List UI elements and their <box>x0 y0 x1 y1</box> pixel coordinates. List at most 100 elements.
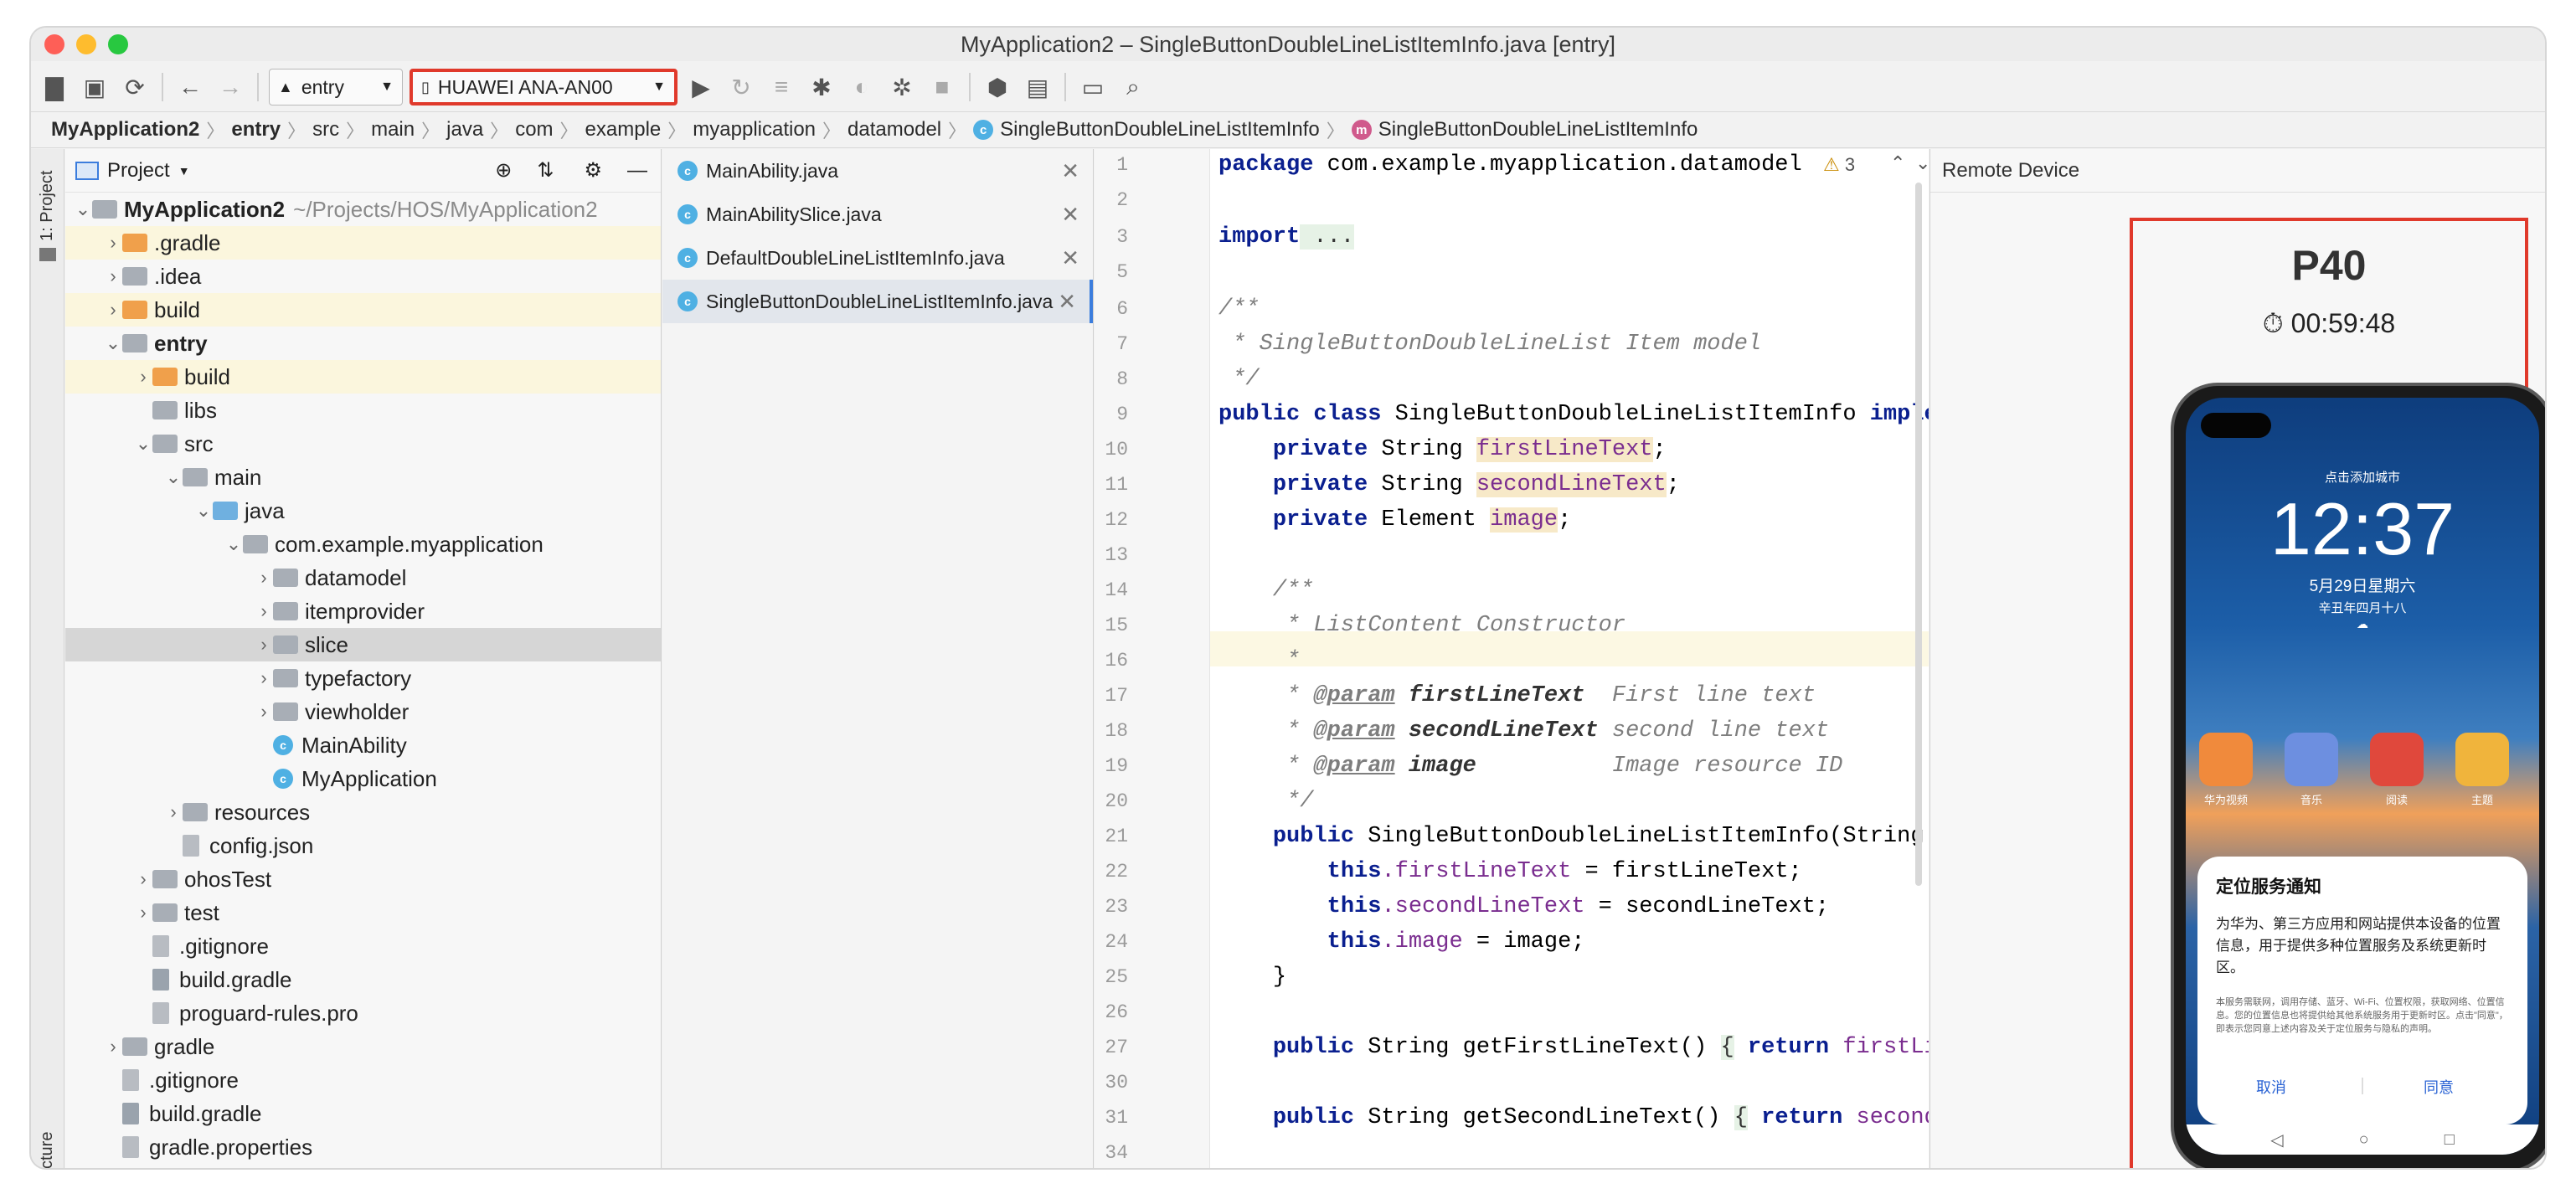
editor-tab[interactable]: c DefaultDoubleLineListItemInfo.java ✕ <box>662 236 1093 280</box>
close-window-button[interactable] <box>44 34 64 54</box>
coverage-icon[interactable]: ≡ <box>765 70 798 104</box>
close-icon[interactable]: ✕ <box>1061 202 1079 228</box>
app-icon-reading[interactable] <box>2370 733 2424 786</box>
breadcrumb-item[interactable]: main <box>371 118 415 142</box>
locate-icon[interactable]: ⊕ <box>495 158 512 183</box>
debug-icon[interactable]: ✱ <box>805 70 838 104</box>
project-tool-tab[interactable]: 1: Project <box>38 171 57 241</box>
terminal-icon[interactable]: ▭ <box>1076 70 1110 104</box>
chevron-right-icon[interactable]: › <box>255 600 273 622</box>
zoom-window-button[interactable] <box>108 34 128 54</box>
tree-item[interactable]: › build <box>65 293 661 327</box>
chevron-right-icon[interactable]: › <box>255 667 273 689</box>
tree-item[interactable]: › .gradle <box>65 226 661 260</box>
tree-item[interactable]: ⌄ com.example.myapplication <box>65 527 661 561</box>
minimize-window-button[interactable] <box>76 34 96 54</box>
tree-item[interactable]: ⌄ java <box>65 494 661 527</box>
tree-item[interactable]: ⌄ src <box>65 427 661 461</box>
app-icon-video[interactable] <box>2199 733 2253 786</box>
breadcrumb-item[interactable]: SingleButtonDoubleLineListItemInfo <box>1378 118 1698 142</box>
agree-button[interactable]: 同意 <box>2424 1076 2454 1098</box>
tree-item[interactable]: .gitignore <box>65 929 661 963</box>
tree-item[interactable]: .gitignore <box>65 1063 661 1097</box>
editor-tab[interactable]: c MainAbility.java ✕ <box>662 149 1093 193</box>
forward-arrow-icon[interactable]: → <box>214 70 247 104</box>
chevron-down-icon[interactable]: ⌄ <box>164 466 183 488</box>
phone-screen[interactable]: 点击添加城市 12:37 5月29日星期六 辛丑年四月十八 ☁ 华为视频 音乐 … <box>2186 398 2539 1155</box>
search-icon[interactable]: ⌕ <box>1116 70 1150 104</box>
breadcrumb-item[interactable]: entry <box>231 118 281 142</box>
run-icon[interactable]: ▶ <box>684 70 718 104</box>
chevron-right-icon[interactable]: › <box>255 634 273 656</box>
chevron-right-icon[interactable]: › <box>255 567 273 589</box>
tree-item[interactable]: › ohosTest <box>65 862 661 896</box>
tree-item[interactable]: config.json <box>65 829 661 862</box>
chevron-right-icon[interactable]: › <box>164 801 183 823</box>
tree-item[interactable]: › test <box>65 896 661 929</box>
nav-home-icon[interactable]: ○ <box>2359 1130 2369 1150</box>
structure-tool-tab[interactable]: cture <box>38 1132 57 1168</box>
cancel-button[interactable]: 取消 <box>2256 1076 2286 1098</box>
tree-item[interactable]: › .idea <box>65 260 661 293</box>
tree-item[interactable]: › typefactory <box>65 661 661 695</box>
app-icon-music[interactable] <box>2285 733 2338 786</box>
run-config-select[interactable]: ▲ entry ▼ <box>269 69 403 105</box>
collapse-all-icon[interactable]: ⇅ <box>537 158 554 183</box>
previous-highlight-icon[interactable]: ⌃ <box>1890 152 1905 174</box>
breadcrumb-item[interactable]: myapplication <box>693 118 816 142</box>
tree-item[interactable]: › slice <box>65 628 661 661</box>
next-highlight-icon[interactable]: ⌄ <box>1915 152 1929 174</box>
tree-item[interactable]: ⌄ entry <box>65 327 661 360</box>
tree-item[interactable]: ⌄ main <box>65 461 661 494</box>
gear-icon[interactable]: ⚙ <box>584 158 602 183</box>
breadcrumb-item[interactable]: src <box>312 118 339 142</box>
chevron-right-icon[interactable]: › <box>134 868 152 890</box>
chevron-right-icon[interactable]: › <box>104 232 122 254</box>
breadcrumb-item[interactable]: java <box>446 118 483 142</box>
nav-recents-icon[interactable]: □ <box>2445 1130 2455 1150</box>
editor-scrollbar[interactable] <box>1915 183 1922 886</box>
project-view-label[interactable]: Project <box>107 159 170 183</box>
close-icon[interactable]: ✕ <box>1061 158 1079 184</box>
tree-item[interactable]: › resources <box>65 795 661 829</box>
tree-item[interactable]: c MyApplication <box>65 762 661 795</box>
device-select[interactable]: ▯ HUAWEI ANA-AN00 ▼ <box>410 69 677 105</box>
chevron-down-icon[interactable]: ⌄ <box>194 500 213 522</box>
chevron-right-icon[interactable]: › <box>104 1036 122 1057</box>
chevron-right-icon[interactable]: › <box>134 902 152 924</box>
chevron-right-icon[interactable]: › <box>104 265 122 287</box>
profile-icon[interactable]: ◐ <box>845 70 878 104</box>
chevron-down-icon[interactable]: ⌄ <box>224 533 243 555</box>
phone-mockup[interactable]: 点击添加城市 12:37 5月29日星期六 辛丑年四月十八 ☁ 华为视频 音乐 … <box>2171 383 2545 1168</box>
tree-item[interactable]: libs <box>65 394 661 427</box>
chevron-down-icon[interactable]: ⌄ <box>104 332 122 354</box>
chevron-right-icon[interactable]: › <box>255 701 273 723</box>
save-icon[interactable]: ▣ <box>78 70 111 104</box>
chevron-down-icon[interactable]: ⌄ <box>74 198 92 220</box>
breadcrumb-item[interactable]: SingleButtonDoubleLineListItemInfo <box>1000 118 1320 142</box>
hide-panel-icon[interactable]: — <box>627 159 647 183</box>
tree-item[interactable]: › build <box>65 360 661 394</box>
chevron-down-icon[interactable]: ⌄ <box>134 433 152 455</box>
warning-icon[interactable]: ⚠ 3 <box>1823 154 1855 176</box>
chevron-down-icon[interactable]: ▼ <box>178 164 190 178</box>
breadcrumb-item[interactable]: com <box>515 118 553 142</box>
breadcrumb-item[interactable]: MyApplication2 <box>51 118 199 142</box>
tree-item[interactable]: › gradle <box>65 1030 661 1063</box>
attach-debugger-icon[interactable]: ✲ <box>885 70 919 104</box>
tree-item[interactable]: gradle.properties <box>65 1130 661 1164</box>
tree-item[interactable]: › viewholder <box>65 695 661 728</box>
close-icon[interactable]: ✕ <box>1061 245 1079 271</box>
close-icon[interactable]: ✕ <box>1058 289 1076 315</box>
tree-item[interactable]: c MainAbility <box>65 728 661 762</box>
app-icon-themes[interactable] <box>2455 733 2509 786</box>
nav-back-icon[interactable]: ◁ <box>2270 1130 2283 1150</box>
tree-item[interactable]: build.gradle <box>65 1097 661 1130</box>
settings-hex-icon[interactable]: ⬢ <box>981 70 1014 104</box>
tree-item[interactable]: proguard-rules.pro <box>65 996 661 1030</box>
tree-item[interactable]: › datamodel <box>65 561 661 594</box>
tree-item[interactable]: ⌄ MyApplication2 ~/Projects/HOS/MyApplicat… <box>65 193 661 226</box>
project-structure-icon[interactable]: ▤ <box>1021 70 1054 104</box>
code-editor[interactable]: 1 2 3 5 6 7 8 9 10 11 12 13 14 15 16 17 18 19 20 21 22 23 24 25… <box>1095 149 1929 1168</box>
chevron-right-icon[interactable]: › <box>104 299 122 321</box>
